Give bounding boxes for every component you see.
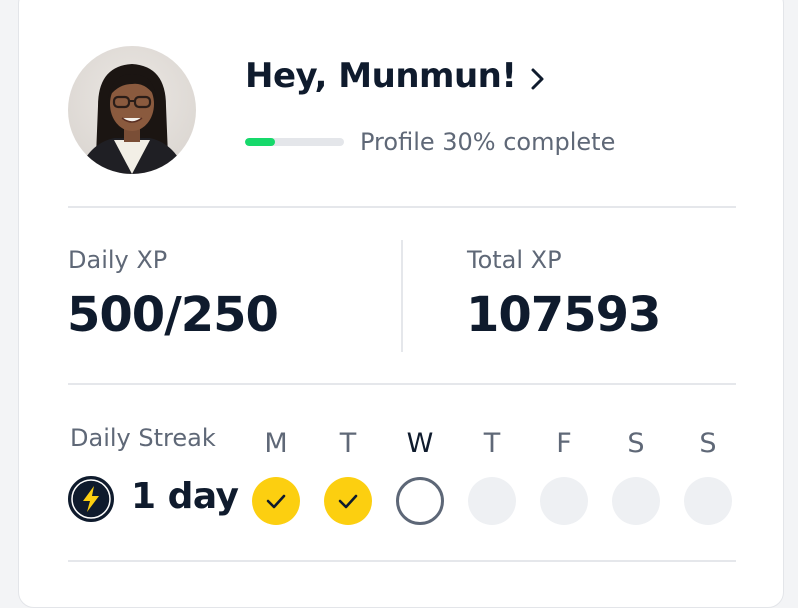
greeting-text: Hey, Munmun!: [245, 56, 517, 96]
profile-link[interactable]: Hey, Munmun!: [245, 56, 546, 96]
total-xp-label: Total XP: [467, 246, 562, 274]
vertical-divider: [401, 240, 403, 352]
streak-day-today: [396, 477, 444, 525]
streak-day-future: [612, 477, 660, 525]
divider: [68, 383, 736, 385]
weekday-label: T: [339, 428, 357, 459]
chevron-right-icon: [531, 68, 544, 90]
weekday-label: W: [406, 428, 434, 459]
avatar[interactable]: [68, 46, 196, 174]
streak-day-done: [324, 477, 372, 525]
lightning-bolt-icon: [68, 476, 114, 522]
weekday-label: S: [627, 428, 645, 459]
streak-day-future: [684, 477, 732, 525]
streak-day-future: [540, 477, 588, 525]
streak-day-future: [468, 477, 516, 525]
streak-day-done: [252, 477, 300, 525]
weekday-label: F: [556, 428, 572, 459]
daily-streak-label: Daily Streak: [70, 424, 216, 452]
weekday-label: T: [483, 428, 501, 459]
profile-progress-fill: [245, 138, 275, 146]
check-icon: [266, 494, 286, 509]
check-icon: [338, 494, 358, 509]
weekday-label: M: [264, 428, 288, 459]
daily-xp-label: Daily XP: [68, 246, 168, 274]
total-xp-value: 107593: [466, 287, 661, 343]
streak-value: 1 day: [131, 476, 239, 517]
profile-progress-bar: [245, 138, 344, 146]
profile-progress-label: Profile 30% complete: [360, 128, 616, 156]
daily-xp-value: 500/250: [67, 287, 279, 343]
profile-progress[interactable]: Profile 30% complete: [245, 128, 615, 156]
divider: [68, 560, 736, 562]
weekday-label: S: [699, 428, 717, 459]
divider: [68, 206, 736, 208]
